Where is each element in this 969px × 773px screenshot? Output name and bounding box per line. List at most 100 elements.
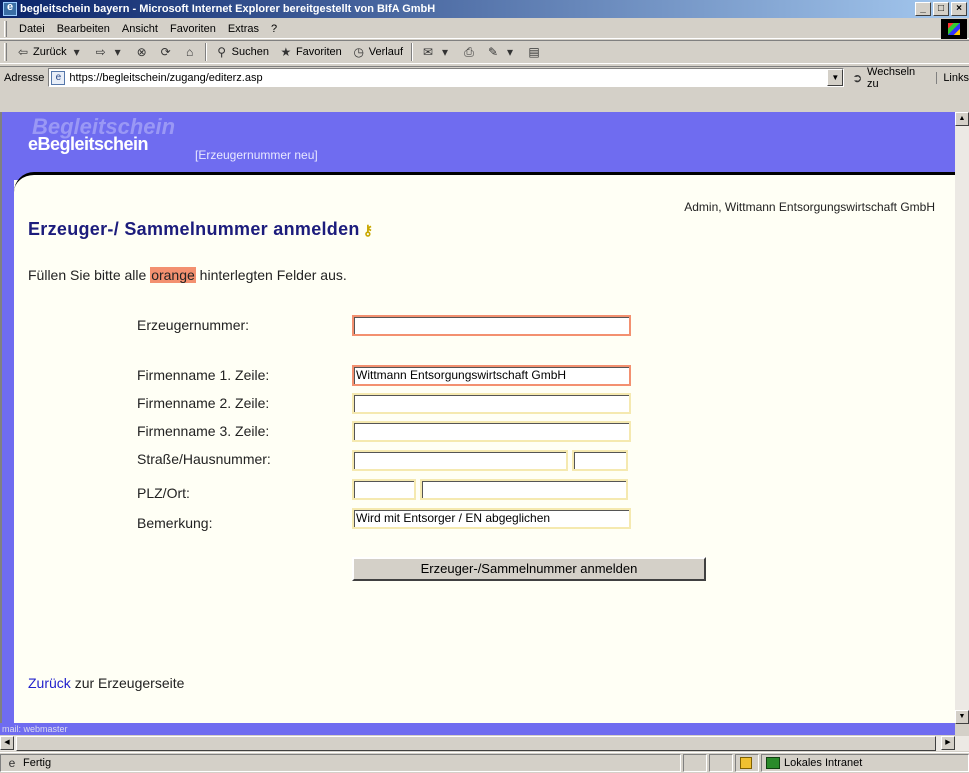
scroll-down-icon[interactable]: ▼ xyxy=(955,710,969,724)
arrow-right-icon: ⇨ xyxy=(95,45,106,59)
menu-help[interactable]: ? xyxy=(265,23,283,35)
site-logo[interactable]: eBegleitschein xyxy=(28,134,149,155)
status-text: Fertig xyxy=(23,757,52,769)
menu-grip xyxy=(4,20,7,37)
forward-button[interactable]: ⇨ ▾ xyxy=(89,41,130,63)
horizontal-scroll-thumb[interactable] xyxy=(16,736,936,751)
status-cell-zone: Lokales Intranet xyxy=(761,754,969,772)
status-cell-security xyxy=(735,754,759,772)
mail-footer[interactable]: mail: webmaster xyxy=(0,723,955,735)
mail-button[interactable]: ✉ ▾ xyxy=(416,41,457,63)
firma1-input[interactable]: Wittmann Entsorgungswirtschaft GmbH xyxy=(352,365,631,386)
go-button[interactable]: ➲ Wechseln zu xyxy=(850,66,928,90)
arrow-left-icon: ⇦ xyxy=(17,45,29,59)
refresh-button[interactable]: ⟳ xyxy=(154,41,178,63)
stop-icon: ⊗ xyxy=(136,45,147,59)
ie-icon xyxy=(3,1,17,16)
status-cell-empty xyxy=(683,754,707,772)
refresh-icon: ⟳ xyxy=(160,45,171,59)
left-strip xyxy=(2,112,14,724)
firma2-label: Firmenname 2. Zeile: xyxy=(137,395,270,411)
address-bar: Adresse e https://begleitschein/zugang/e… xyxy=(0,66,969,90)
scroll-right-icon[interactable]: ▶ xyxy=(941,736,955,750)
title-bar: begleitschein bayern - Microsoft Interne… xyxy=(0,0,969,18)
plz-input[interactable] xyxy=(352,479,416,500)
edit-button[interactable]: ✎ ▾ xyxy=(481,41,522,63)
ort-input[interactable] xyxy=(420,479,628,500)
address-label: Adresse xyxy=(4,71,45,84)
instruction-highlight: orange xyxy=(150,267,196,283)
dropdown-icon[interactable]: ▾ xyxy=(70,45,84,59)
toolbar: ⇦ Zurück ▾ ⇨ ▾ ⊗ ⟳ ⌂ ⚲ Suchen ★ Favorite… xyxy=(0,40,969,64)
dropdown-icon: ▾ xyxy=(507,45,514,59)
favorites-button[interactable]: ★ Favoriten xyxy=(274,41,347,63)
address-input[interactable]: e https://begleitschein/zugang/editerz.a… xyxy=(48,68,845,87)
menu-favoriten[interactable]: Favoriten xyxy=(164,23,222,35)
firma3-input[interactable] xyxy=(352,421,631,442)
back-label: Zurück xyxy=(33,46,67,58)
search-icon: ⚲ xyxy=(217,45,227,59)
mail-icon: ✉ xyxy=(423,45,434,59)
horizontal-scrollbar[interactable]: ◀ ▶ xyxy=(0,736,969,751)
erzeugernummer-input[interactable] xyxy=(352,315,631,336)
discuss-button[interactable]: ▤ xyxy=(522,41,546,63)
instruction-text: Füllen Sie bitte alle orange hinterlegte… xyxy=(28,267,347,283)
maximize-button[interactable]: □ xyxy=(933,2,949,16)
page-title: Erzeuger-/ Sammelnummer anmelden ⚷ xyxy=(28,219,373,240)
print-icon: ⎙ xyxy=(464,45,474,59)
status-cell-empty-2 xyxy=(709,754,733,772)
page-viewport: Begleitschein eBegleitschein [Erzeugernu… xyxy=(0,112,955,724)
submit-button[interactable]: Erzeuger-/Sammelnummer anmelden xyxy=(352,557,706,581)
menu-ansicht[interactable]: Ansicht xyxy=(116,23,164,35)
stop-button[interactable]: ⊗ xyxy=(130,41,154,63)
menu-datei[interactable]: Datei xyxy=(13,23,51,35)
menu-extras[interactable]: Extras xyxy=(222,23,265,35)
address-dropdown-icon[interactable]: ▼ xyxy=(827,69,844,86)
user-info: Admin, Wittmann Entsorgungswirtschaft Gm… xyxy=(684,200,935,214)
toolbar-grip xyxy=(4,43,7,61)
search-button[interactable]: ⚲ Suchen xyxy=(210,41,274,63)
toolbar-separator xyxy=(411,43,414,61)
back-text: zur Erzeugerseite xyxy=(74,675,185,691)
back-link[interactable]: Zurück xyxy=(28,675,71,691)
firma3-label: Firmenname 3. Zeile: xyxy=(137,423,270,439)
scroll-up-icon[interactable]: ▲ xyxy=(955,112,969,126)
instruction-post: hinterlegten Felder aus. xyxy=(199,267,347,283)
firma2-input[interactable] xyxy=(352,393,631,414)
minimize-button[interactable]: _ xyxy=(915,2,931,16)
status-bar: e Fertig Lokales Intranet xyxy=(0,752,969,773)
bemerkung-input[interactable]: Wird mit Entsorger / EN abgeglichen xyxy=(352,508,631,529)
plzort-label: PLZ/Ort: xyxy=(137,485,190,501)
history-icon: ◷ xyxy=(353,45,365,59)
go-label: Wechseln zu xyxy=(867,65,916,90)
strasse-input[interactable] xyxy=(352,450,568,471)
search-label: Suchen xyxy=(231,46,269,58)
header-divider xyxy=(14,172,955,192)
dropdown-icon: ▾ xyxy=(442,45,449,59)
scroll-left-icon[interactable]: ◀ xyxy=(0,736,14,750)
back-button[interactable]: ⇦ Zurück ▾ xyxy=(11,41,89,63)
instruction-pre: Füllen Sie bitte alle xyxy=(28,267,147,283)
bemerkung-label: Bemerkung: xyxy=(137,515,213,531)
lock-icon xyxy=(740,757,752,769)
windows-logo-icon xyxy=(941,19,967,39)
discuss-icon: ▤ xyxy=(528,45,540,59)
favorites-label: Favoriten xyxy=(295,46,342,58)
vertical-scrollbar[interactable]: ▲ ▼ xyxy=(955,112,969,724)
close-button[interactable]: × xyxy=(951,2,967,16)
hausnummer-input[interactable] xyxy=(572,450,628,471)
address-url: https://begleitschein/zugang/editerz.asp xyxy=(69,71,263,84)
menu-bearbeiten[interactable]: Bearbeiten xyxy=(51,23,116,35)
history-button[interactable]: ◷ Verlauf xyxy=(347,41,408,63)
print-button[interactable]: ⎙ xyxy=(457,41,481,63)
favorites-icon: ★ xyxy=(280,45,292,59)
dropdown-icon[interactable]: ▾ xyxy=(111,45,125,59)
status-text-cell: e Fertig xyxy=(0,754,681,772)
toolbar-separator xyxy=(204,43,207,61)
go-arrow-icon: ➲ xyxy=(852,70,863,85)
home-icon: ⌂ xyxy=(186,45,194,59)
links-button[interactable]: Links xyxy=(936,71,969,84)
home-button[interactable]: ⌂ xyxy=(178,41,202,63)
strasse-label: Straße/Hausnummer: xyxy=(137,451,271,467)
help-key-icon[interactable]: ⚷ xyxy=(363,222,374,239)
